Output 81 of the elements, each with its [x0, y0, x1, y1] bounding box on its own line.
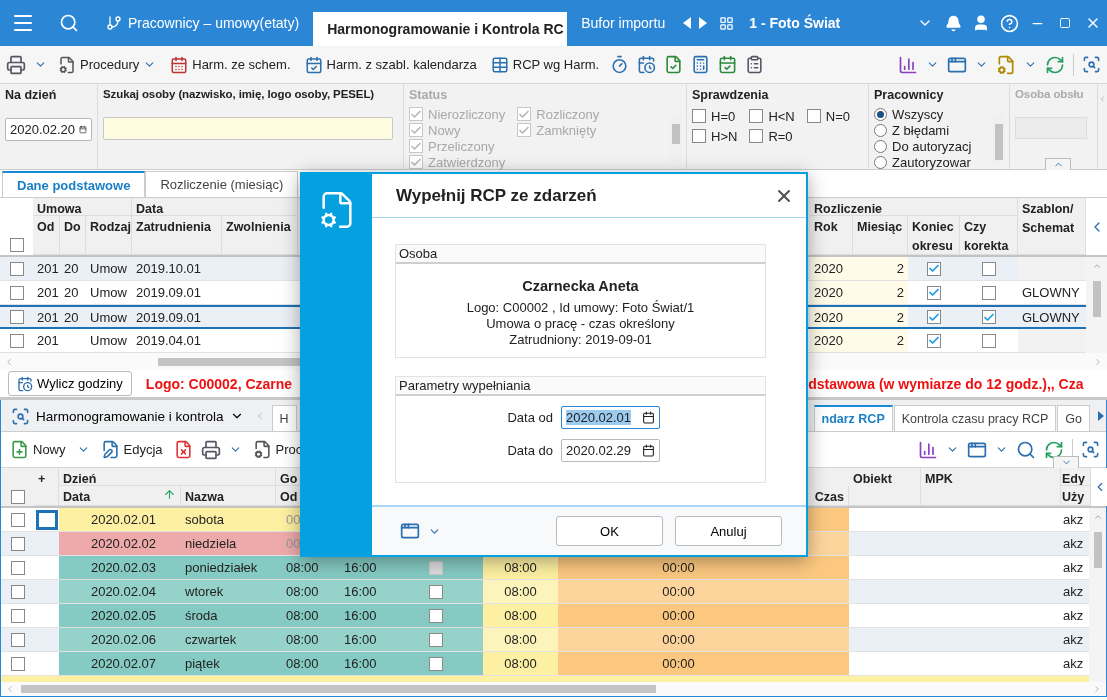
table-cell: niedziela: [181, 532, 276, 555]
table-cell: 2020.02.01: [59, 508, 181, 531]
dialog-title: Wypełnij RCP ze zdarzeń: [396, 185, 597, 206]
table-cell: 08:00: [276, 628, 334, 651]
column-group: Dzień: [59, 468, 276, 486]
table-cell: 08:00: [276, 580, 334, 603]
group-title: Parametry wypełniania: [396, 377, 765, 396]
table-cell: 00:00: [558, 580, 849, 603]
table-cell-text: Umow: [89, 308, 128, 327]
table-cell-text: 20: [63, 308, 80, 327]
table-cell: środa: [181, 604, 276, 627]
search-label: Szukaj osoby (nazwisko, imię, logo osoby, PESEL): [103, 88, 376, 100]
table-cell: 00:00: [558, 556, 849, 579]
table-cell-text: 2019.10.01: [135, 260, 203, 278]
table-cell-text: 20: [63, 260, 80, 278]
table-cell: 16:00: [334, 604, 421, 627]
table-cell: 08:00: [483, 580, 558, 603]
table-cell: piątek: [181, 652, 276, 675]
person-detail: Zatrudniony: 2019-09-01: [509, 332, 652, 348]
table-cell: 2020: [810, 307, 853, 327]
table-cell: 00:00: [558, 604, 849, 627]
employees-label: Pracownicy: [874, 88, 945, 102]
table-cell: 08:00: [483, 556, 558, 579]
table-cell: 2: [853, 281, 908, 304]
handler-label: Osoba obsłu: [1015, 88, 1085, 100]
table-cell-text: Umow: [89, 260, 128, 278]
field-label: Data do: [506, 443, 553, 458]
person-name: Czarnecka Aneta: [522, 278, 639, 294]
table-cell-text: 2019.09.01: [135, 284, 203, 302]
checks-label: Sprawdzenia: [692, 88, 770, 102]
column-group: Data: [132, 198, 298, 216]
table-cell-text: 201: [36, 308, 60, 327]
group-title: Osoba: [396, 245, 765, 264]
table-cell: 2020: [810, 257, 853, 280]
table-cell-text: 201: [36, 332, 60, 350]
table-cell: czwartek: [181, 628, 276, 651]
table-cell: wtorek: [181, 580, 276, 603]
person-detail: Logo: C00002 , Id umowy: Foto Świat/1: [466, 300, 695, 316]
table-cell: 2: [853, 307, 908, 327]
table-cell-text: 20: [63, 284, 80, 302]
table-cell: 2020.02.02: [59, 532, 181, 555]
person-detail: Umowa o pracę - czas określony: [486, 316, 675, 332]
table-cell: sobota: [181, 508, 276, 531]
table-cell-text: Umow: [89, 332, 128, 350]
table-cell-text: 2019.09.01: [135, 308, 203, 327]
table-cell: 2020.02.03: [59, 556, 181, 579]
table-cell: 00:00: [558, 628, 849, 651]
status-label: Status: [409, 88, 449, 102]
table-cell: 00:00: [558, 652, 849, 675]
table-cell-text: GLOWNY: [1021, 308, 1081, 327]
table-cell: 2020.02.05: [59, 604, 181, 627]
table-cell: 2020: [810, 281, 853, 304]
error-message: Logo: C00002, Czarne: [145, 375, 293, 392]
table-cell: poniedziałek: [181, 556, 276, 579]
table-cell: 2: [853, 329, 908, 352]
table-cell-text: 201: [36, 284, 60, 302]
table-cell: 08:00: [276, 604, 334, 627]
table-cell: 16:00: [334, 580, 421, 603]
table-cell: 2020.02.04: [59, 580, 181, 603]
field-label: Data od: [506, 410, 553, 425]
table-cell: 08:00: [276, 652, 334, 675]
table-cell: 08:00: [276, 556, 334, 579]
table-cell-text: 2019.04.01: [135, 332, 203, 350]
table-cell-text: 201: [36, 260, 60, 278]
date-label: Na dzień: [5, 88, 58, 102]
column-group: Rozliczenie: [810, 198, 1018, 216]
table-cell: 2020: [810, 329, 853, 352]
column-group: Umowa: [33, 198, 132, 216]
company-name: 1 - Foto Świat: [749, 15, 841, 31]
table-cell: 2: [853, 257, 908, 280]
table-cell: 2020.02.06: [59, 628, 181, 651]
table-cell-text: Umow: [89, 284, 128, 302]
table-cell: 16:00: [334, 556, 421, 579]
table-cell-text: GLOWNY: [1021, 284, 1081, 302]
table-cell: 16:00: [334, 628, 421, 651]
table-cell: 08:00: [483, 652, 558, 675]
table-cell: 16:00: [334, 652, 421, 675]
table-cell: 2020.02.07: [59, 652, 181, 675]
table-cell: 08:00: [483, 604, 558, 627]
error-message: dstawowa (w wymiarze do 12 godz.),, Cza: [808, 375, 1084, 392]
table-cell: 08:00: [483, 628, 558, 651]
